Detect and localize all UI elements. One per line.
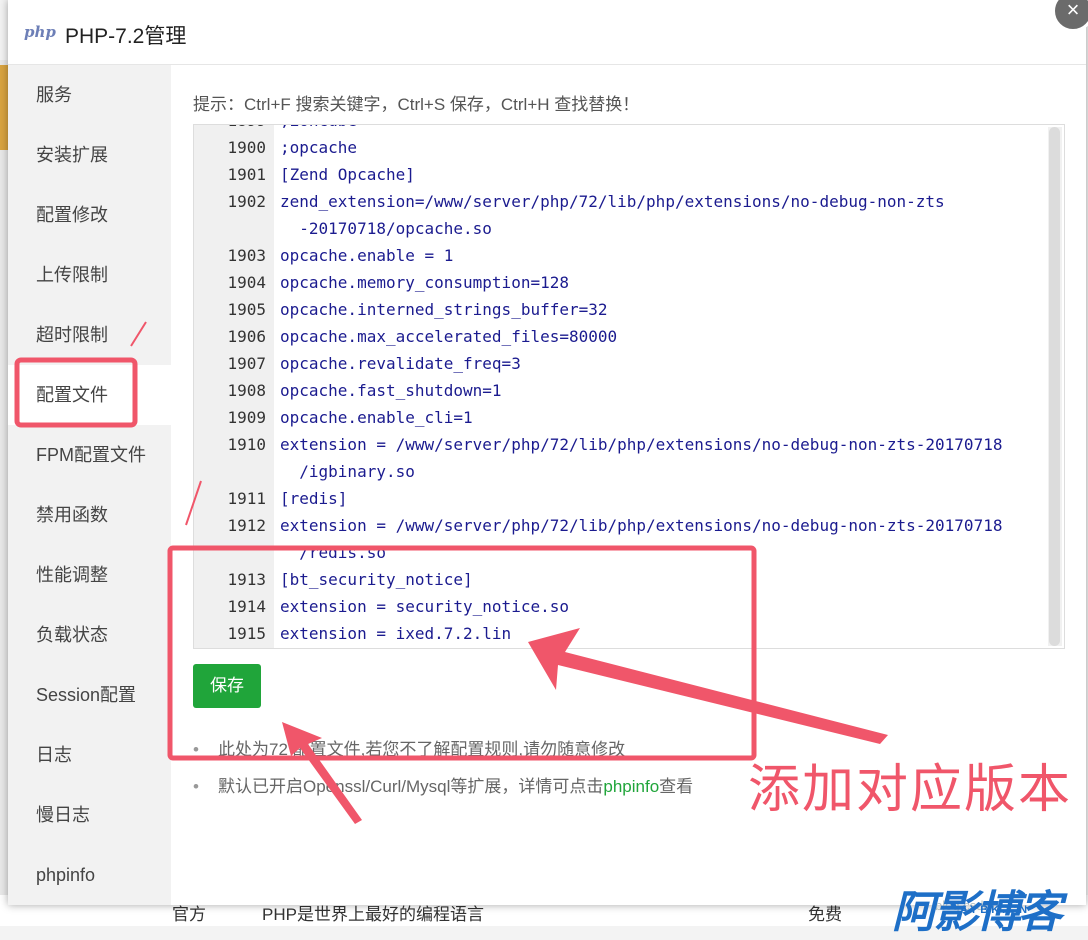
- code-line[interactable]: zend_extension=/www/server/php/72/lib/ph…: [280, 192, 945, 211]
- code-line[interactable]: opcache.max_accelerated_files=80000: [280, 327, 617, 346]
- code-line[interactable]: [Zend Opcache]: [280, 165, 415, 184]
- sidebar-item[interactable]: 配置文件: [8, 365, 171, 425]
- code-line[interactable]: opcache.enable = 1: [280, 246, 453, 265]
- line-number: 1900: [227, 138, 266, 157]
- code-line[interactable]: opcache.fast_shutdown=1: [280, 381, 502, 400]
- save-button[interactable]: 保存: [193, 664, 261, 708]
- background-banner-edge: [0, 65, 8, 150]
- php-logo-icon: php: [24, 23, 56, 41]
- code-line[interactable]: -20170718/opcache.so: [280, 219, 492, 238]
- background-strip: [0, 60, 8, 900]
- note-extensions-suffix: 查看: [659, 777, 694, 796]
- code-line[interactable]: opcache.interned_strings_buffer=32: [280, 300, 608, 319]
- line-number: 1902: [227, 192, 266, 211]
- sidebar-item[interactable]: 服务: [8, 65, 171, 125]
- note-extensions-text: 默认已开启Openssl/Curl/Mysql等扩展，详情可点击: [218, 777, 604, 796]
- code-line[interactable]: /redis.so: [280, 543, 386, 562]
- editor-scrollbar[interactable]: [1048, 127, 1062, 646]
- line-number: 1899: [194, 125, 266, 130]
- line-number: 1901: [227, 165, 266, 184]
- code-line[interactable]: opcache.memory_consumption=128: [280, 273, 569, 292]
- annotation-label: 添加对应版本: [748, 761, 1073, 819]
- dialog-titlebar: php PHP-7.2管理: [8, 0, 1086, 65]
- code-editor[interactable]: 1899 ;ioncube 1900 ;opcache 1901 [Zend Opcach…: [193, 124, 1065, 649]
- code-line[interactable]: ;ioncube: [280, 125, 357, 130]
- line-number: 1906: [227, 327, 266, 346]
- line-number: 1914: [227, 597, 266, 616]
- code-line[interactable]: opcache.enable_cli=1: [280, 408, 473, 427]
- editor-scroll-thumb[interactable]: [1049, 127, 1060, 646]
- sidebar-item[interactable]: 性能调整: [8, 545, 171, 605]
- sidebar-item[interactable]: 配置修改: [8, 185, 171, 245]
- code-line[interactable]: extension = /www/server/php/72/lib/php/e…: [280, 516, 1002, 535]
- sidebar-item[interactable]: FPM配置文件: [8, 425, 171, 485]
- code-line[interactable]: [redis]: [280, 489, 347, 508]
- phpinfo-link[interactable]: phpinfo: [603, 777, 659, 796]
- line-number: 1905: [227, 300, 266, 319]
- sidebar-menu: 服务 安装扩展 配置修改 上传限制 超时限制 配置文件 FPM配置文件 禁用函数 性能调整 负载状…: [8, 65, 171, 905]
- code-line[interactable]: /igbinary.so: [280, 462, 415, 481]
- line-number: 1907: [227, 354, 266, 373]
- line-number: 1908: [227, 381, 266, 400]
- watermark-domain: AYBK.CN: [960, 904, 1031, 916]
- line-number: 1909: [227, 408, 266, 427]
- line-number: 1910: [227, 435, 266, 454]
- line-number: 1911: [227, 489, 266, 508]
- line-number: 1913: [227, 570, 266, 589]
- sidebar-item[interactable]: 上传限制: [8, 245, 171, 305]
- dialog-title: PHP-7.2管理: [65, 25, 187, 48]
- sidebar-item[interactable]: 安装扩展: [8, 125, 171, 185]
- code-line[interactable]: ;opcache: [280, 138, 357, 157]
- code-line[interactable]: opcache.revalidate_freq=3: [280, 354, 521, 373]
- code-line[interactable]: extension = security_notice.so: [280, 597, 569, 616]
- editor-hint: 提示：Ctrl+F 搜索关键字，Ctrl+S 保存，Ctrl+H 查找替换！: [193, 95, 640, 114]
- code-line[interactable]: extension = ixed.7.2.lin: [280, 624, 511, 643]
- line-number: 1915: [227, 624, 266, 643]
- line-number: 1903: [227, 246, 266, 265]
- sidebar-item[interactable]: 日志: [8, 725, 171, 785]
- code-line[interactable]: extension = /www/server/php/72/lib/php/e…: [280, 435, 1002, 454]
- code-line[interactable]: [bt_security_notice]: [280, 570, 473, 589]
- sidebar-item[interactable]: phpinfo: [8, 845, 171, 905]
- sidebar-item[interactable]: 慢日志: [8, 785, 171, 845]
- line-number: 1904: [227, 273, 266, 292]
- sidebar-item[interactable]: Session配置: [8, 665, 171, 725]
- sidebar-item[interactable]: 超时限制: [8, 305, 171, 365]
- line-number: 1912: [227, 516, 266, 535]
- sidebar-item[interactable]: 禁用函数: [8, 485, 171, 545]
- sidebar-item[interactable]: 负载状态: [8, 605, 171, 665]
